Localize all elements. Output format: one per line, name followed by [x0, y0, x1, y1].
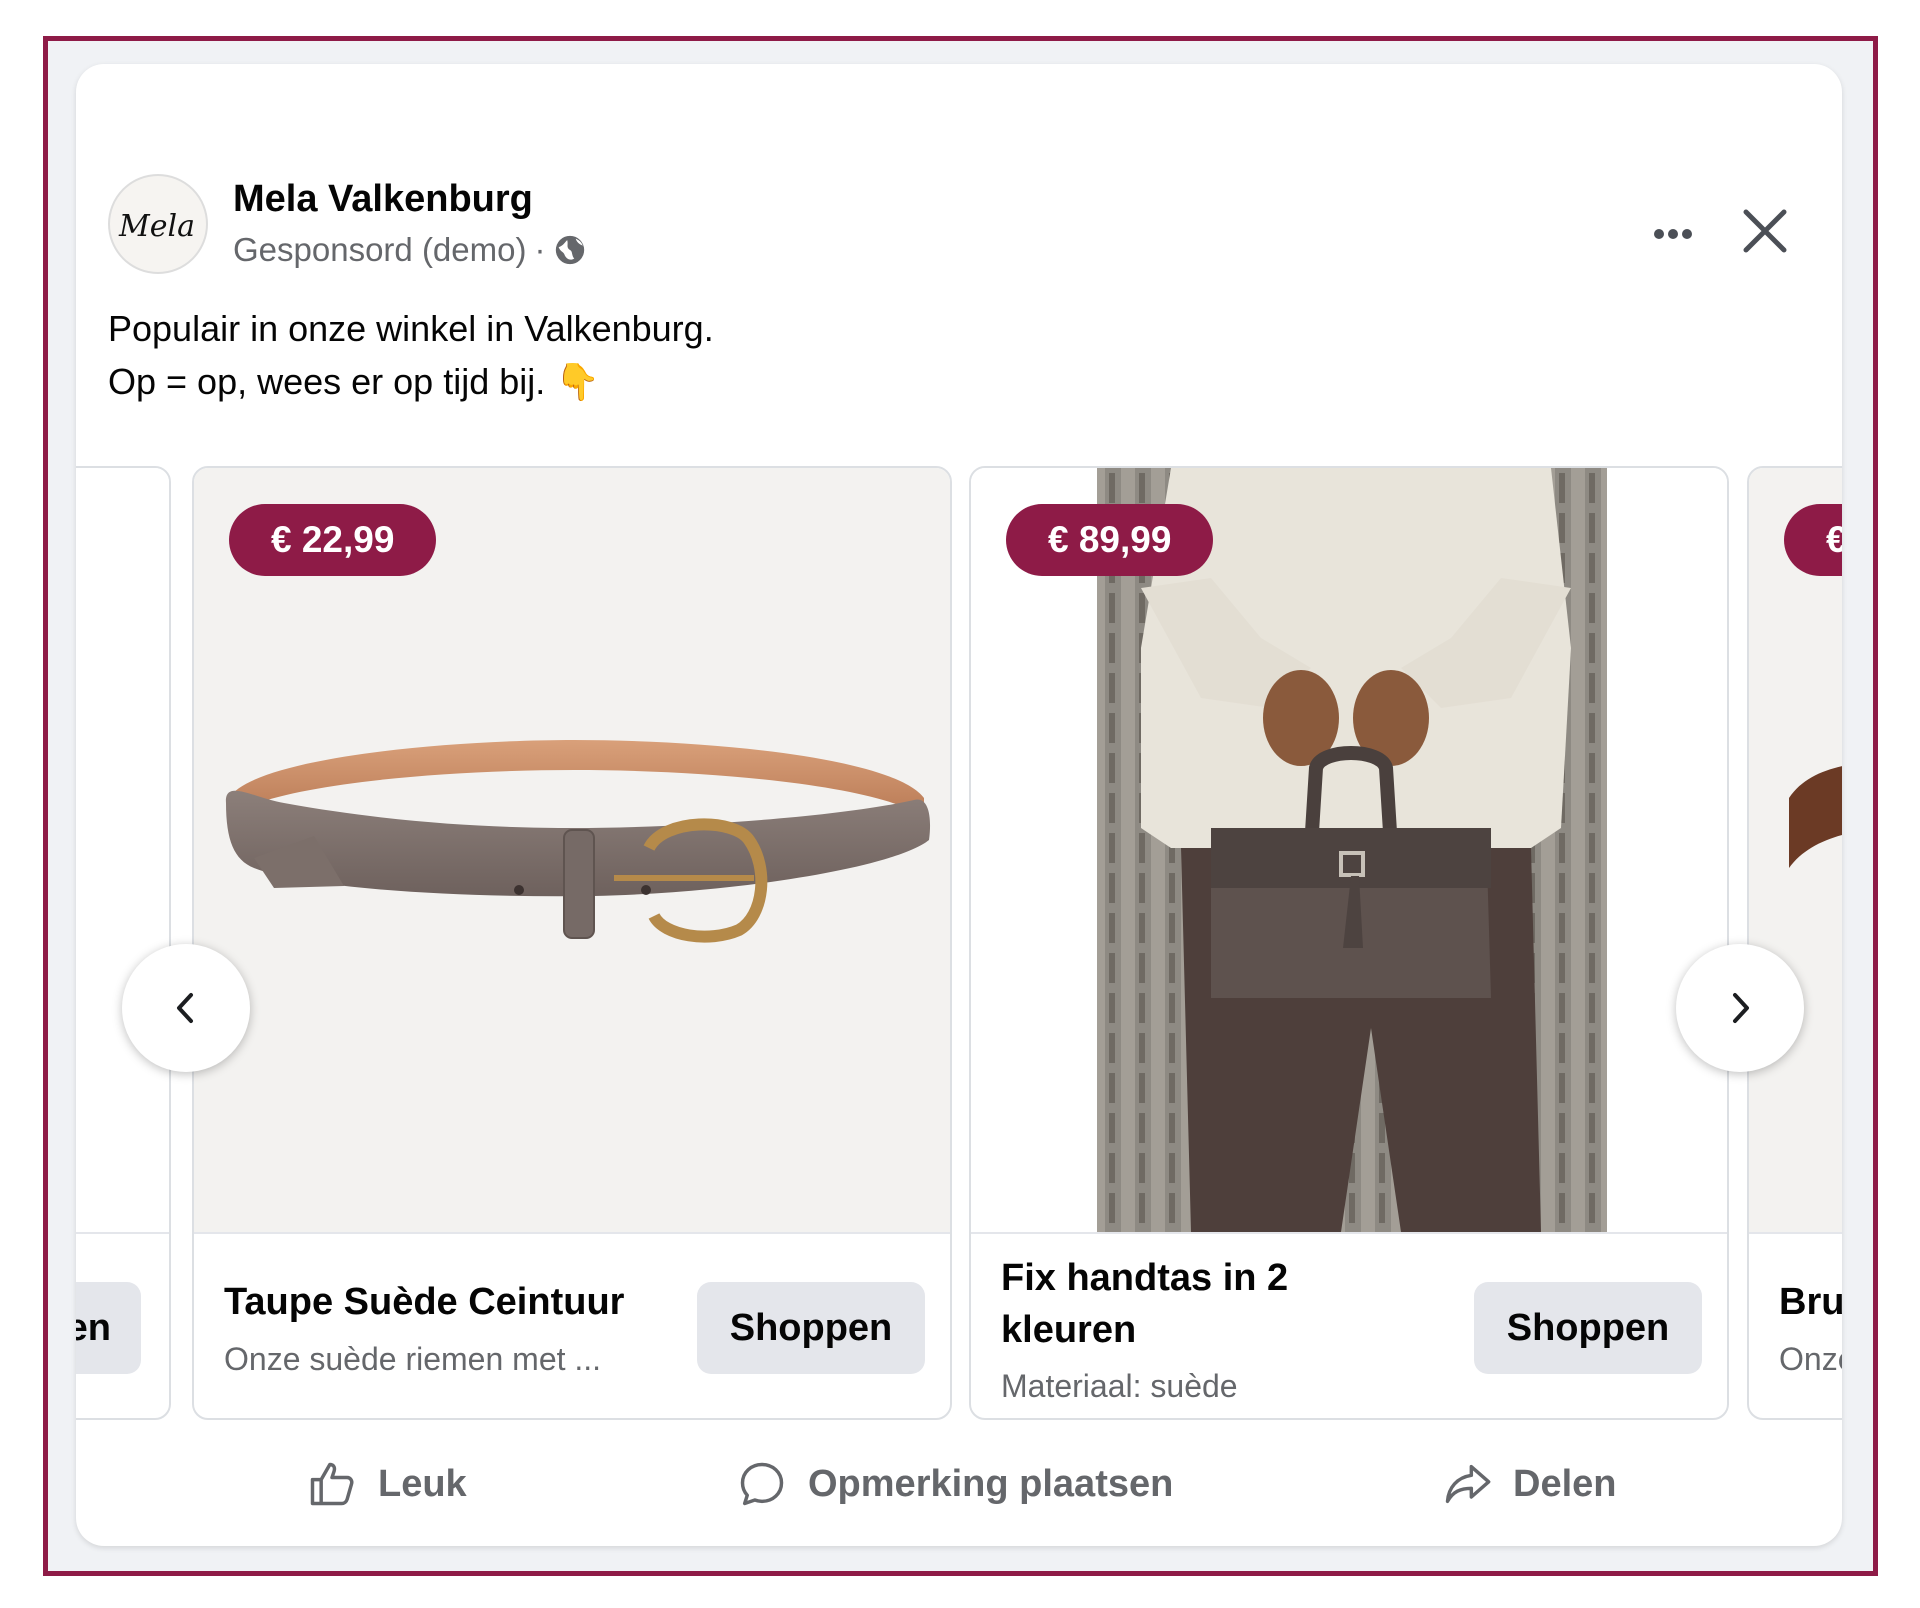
carousel-card-belt[interactable]: € 22,99 Taupe Suède Ceintuur Onze suède …	[192, 466, 952, 1420]
globe-icon	[556, 235, 585, 265]
belt-illustration	[225, 740, 931, 943]
product-image: €	[1749, 468, 1842, 1232]
shop-button[interactable]: Shoppen	[697, 1282, 925, 1374]
comment-icon	[740, 1462, 784, 1506]
post-text-line-1: Populair in onze winkel in Valkenburg.	[108, 308, 714, 349]
pointing-down-emoji: 👇	[555, 361, 601, 402]
product-image-handbag: € 89,99	[971, 468, 1727, 1232]
carousel-card-handbag[interactable]: € 89,99 Fix handtas in 2 kleuren Materia…	[969, 466, 1729, 1420]
sponsored-post-card: Mela Mela Valkenburg Gesponsord (demo) ·…	[76, 64, 1842, 1546]
comment-button[interactable]: Opmerking plaatsen	[736, 1458, 1173, 1510]
chevron-left-icon	[177, 993, 193, 1023]
share-icon	[1445, 1464, 1491, 1504]
more-options-button[interactable]	[1638, 199, 1708, 269]
product-carousel: en	[76, 466, 1842, 1420]
product-title[interactable]: Fix handtas in 2 kleuren	[1001, 1252, 1288, 1356]
separator: ·	[534, 231, 546, 268]
share-button[interactable]: Delen	[1441, 1458, 1616, 1510]
close-button[interactable]	[1730, 196, 1800, 266]
post-actions-bar: Leuk Opmerking plaatsen Delen	[76, 1434, 1842, 1534]
mela-logo: Mela	[118, 209, 195, 244]
shop-button[interactable]: Shoppen	[1474, 1282, 1702, 1374]
carousel-next-button[interactable]	[1676, 944, 1804, 1072]
product-description: Onze suède riemen met ...	[224, 1341, 602, 1377]
shop-button[interactable]: en	[76, 1282, 141, 1374]
product-title[interactable]: Brui	[1779, 1276, 1842, 1328]
post-text: Populair in onze winkel in Valkenburg. O…	[108, 302, 714, 408]
like-button[interactable]: Leuk	[306, 1458, 467, 1510]
price-badge: € 22,99	[229, 504, 437, 576]
post-text-line-2: Op = op, wees er op tijd bij. 👇	[108, 361, 601, 402]
carousel-card-previous[interactable]: en	[76, 466, 171, 1420]
avatar[interactable]: Mela	[108, 174, 208, 274]
sponsored-label: Gesponsord (demo)	[233, 231, 527, 268]
handbag-photo-illustration	[1097, 468, 1607, 1232]
close-icon	[1743, 209, 1787, 253]
carousel-card-next[interactable]: € Brui Onze	[1747, 466, 1842, 1420]
price-badge: € 89,99	[1006, 504, 1214, 576]
more-options-icon	[1654, 229, 1692, 239]
product-description: Onze	[1779, 1341, 1842, 1377]
product-image	[76, 468, 169, 1232]
carousel-previous-button[interactable]	[122, 944, 250, 1072]
product-title[interactable]: Taupe Suède Ceintuur	[224, 1276, 624, 1328]
svg-text:Mela: Mela	[118, 209, 195, 244]
sponsored-label-row: Gesponsord (demo) ·	[233, 231, 587, 269]
product-description: Materiaal: suède	[1001, 1368, 1238, 1404]
brown-belt-illustration	[1789, 766, 1842, 868]
page-name[interactable]: Mela Valkenburg	[233, 178, 533, 221]
product-image-belt: € 22,99	[194, 468, 950, 1232]
chevron-right-icon	[1733, 993, 1749, 1023]
like-icon	[310, 1462, 354, 1506]
